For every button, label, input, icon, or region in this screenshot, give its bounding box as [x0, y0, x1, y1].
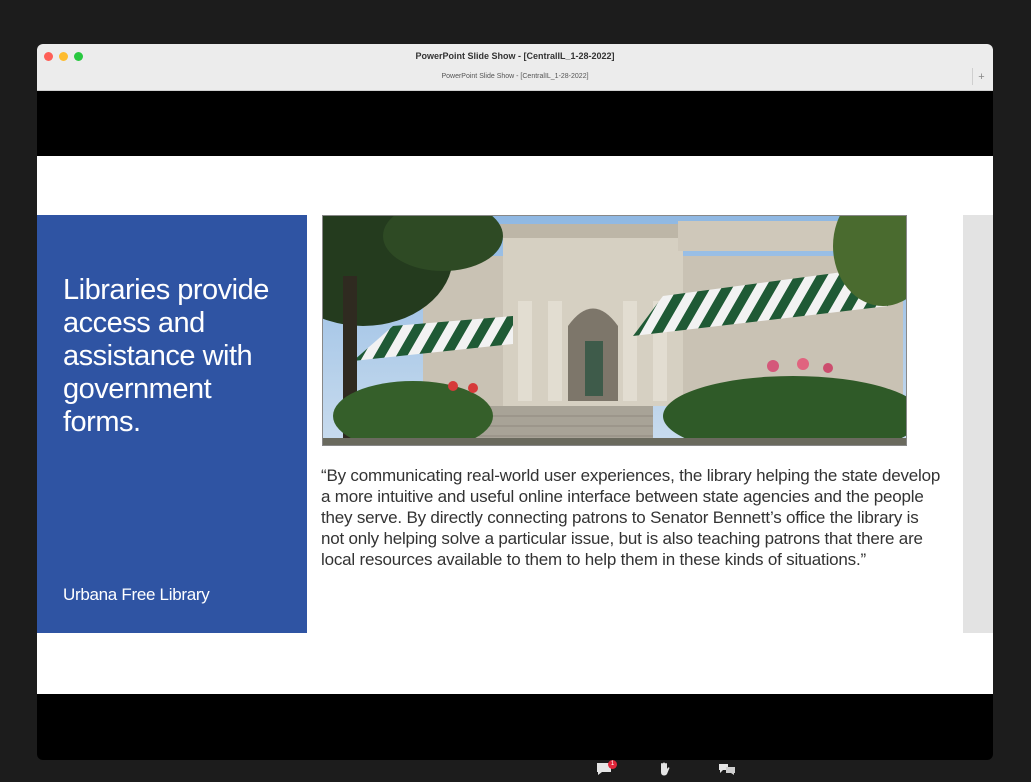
reactions-icon[interactable] [718, 762, 736, 780]
new-tab-button[interactable]: + [972, 68, 990, 85]
tab-title[interactable]: PowerPoint Slide Show - [CentralIL_1-28-… [37, 73, 993, 80]
library-photo-image [323, 216, 906, 445]
window-title: PowerPoint Slide Show - [CentralIL_1-28-… [415, 51, 615, 61]
slide-quote: “By communicating real-world user experi… [321, 466, 941, 569]
title-bar[interactable]: PowerPoint Slide Show - [CentralIL_1-28-… [37, 44, 993, 91]
slide-heading: Libraries provide access and assistance … [63, 274, 269, 438]
slideshow-window: PowerPoint Slide Show - [CentralIL_1-28-… [37, 44, 993, 760]
library-photo [322, 215, 907, 446]
side-placeholder [963, 215, 993, 633]
slide-footer: Urbana Free Library [63, 585, 210, 604]
raise-hand-icon[interactable] [658, 762, 670, 780]
chat-badge: 1 [608, 760, 617, 769]
heading-panel: Libraries provide access and assistance … [37, 215, 307, 633]
slide[interactable]: Libraries provide access and assistance … [37, 156, 993, 694]
